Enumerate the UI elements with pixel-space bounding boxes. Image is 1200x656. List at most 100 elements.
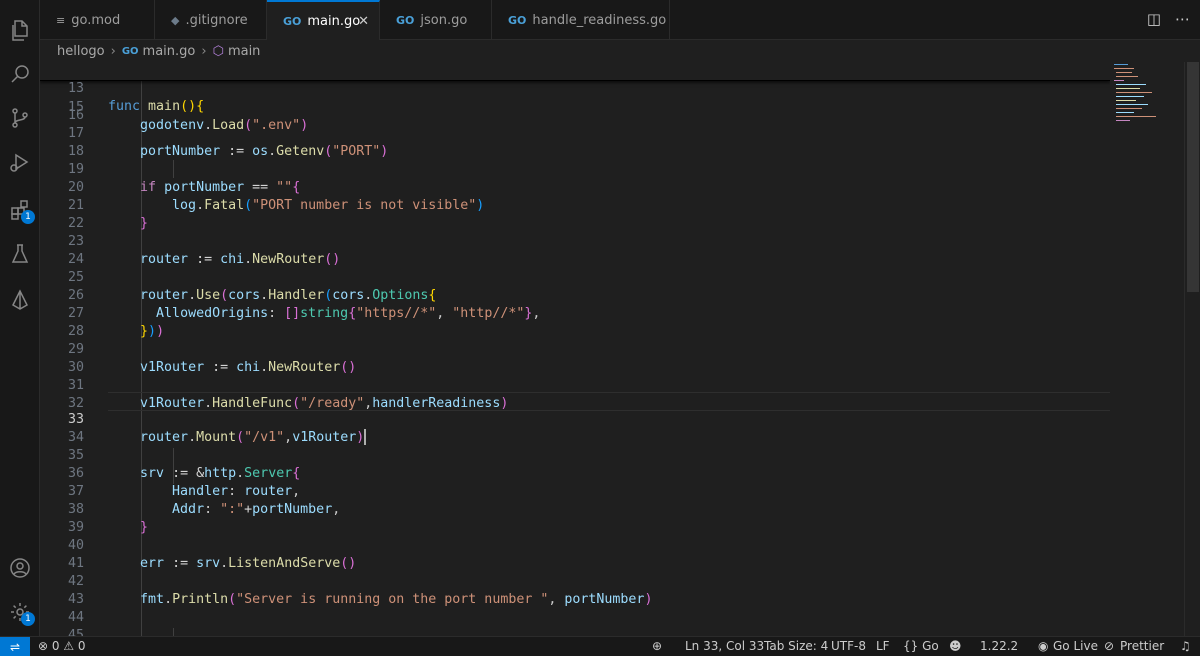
code-line: 41 bbox=[40, 537, 1110, 571]
source-control-icon[interactable] bbox=[0, 98, 40, 138]
problems-indicator[interactable]: ⊗ 0 ⚠ 0 bbox=[38, 639, 86, 653]
zoom-icon[interactable]: ⊕ bbox=[652, 639, 662, 653]
chevron-right-icon: › bbox=[201, 43, 207, 59]
code-editor[interactable]: 15 godotenv.Load(".env") 16 17 portNumbe… bbox=[40, 62, 1110, 636]
activity-bar: 1 1 bbox=[0, 0, 40, 636]
minimap-line bbox=[1116, 84, 1146, 85]
code-line: 22 bbox=[40, 197, 1110, 231]
vertical-scrollbar[interactable] bbox=[1184, 62, 1200, 636]
code-line: 21 } bbox=[40, 179, 1110, 231]
code-line: 46 log.Fatal(err) bbox=[40, 627, 1110, 636]
breadcrumb-folder[interactable]: hellogo bbox=[57, 44, 105, 59]
code-line: 43 bbox=[40, 573, 1110, 607]
code-line-current: 33 router.Mount("/v1",v1Router) bbox=[40, 393, 1110, 445]
code-line: 23 router := chi.NewRouter() bbox=[40, 215, 1110, 267]
go-file-icon: GO bbox=[283, 14, 302, 28]
cursor-position[interactable]: Ln 33, Col 33 bbox=[685, 639, 764, 653]
more-actions-icon[interactable]: ⋯ bbox=[1175, 10, 1190, 28]
split-editor-icon[interactable]: ◫ bbox=[1147, 10, 1161, 28]
broadcast-icon: ◉ bbox=[1038, 639, 1049, 653]
settings-gear-icon[interactable]: 1 bbox=[0, 592, 40, 632]
breadcrumb-file[interactable]: main.go bbox=[143, 44, 196, 59]
run-debug-icon[interactable] bbox=[0, 142, 40, 182]
tab-label: json.go bbox=[420, 12, 468, 28]
explorer-icon[interactable] bbox=[0, 10, 40, 50]
extensions-icon[interactable]: 1 bbox=[0, 190, 40, 230]
minimap-line bbox=[1116, 116, 1156, 117]
remote-indicator-icon[interactable]: ⇌ bbox=[0, 637, 30, 656]
settings-badge: 1 bbox=[21, 612, 35, 626]
minimap-line bbox=[1116, 120, 1130, 121]
minimap-line bbox=[1114, 64, 1128, 65]
notifications-bell-icon[interactable]: ♫ bbox=[1180, 639, 1191, 653]
breadcrumb: hellogo › GO main.go › ⬡ main bbox=[40, 40, 1200, 62]
code-line: 24 bbox=[40, 233, 1110, 267]
tab-label: main.go bbox=[307, 13, 361, 29]
editor-actions: ◫ ⋯ bbox=[1147, 10, 1190, 28]
minimap-line bbox=[1116, 104, 1148, 105]
search-icon[interactable] bbox=[0, 54, 40, 94]
line-number: 13 bbox=[67, 81, 84, 96]
tab-go-mod[interactable]: ≡ go.mod bbox=[40, 0, 155, 40]
code-line: 31 v1Router.HandleFunc("/ready",handlerR… bbox=[40, 359, 1110, 411]
code-line: 37 Addr: ":"+portNumber, bbox=[40, 465, 1110, 517]
code-line: 27 })) bbox=[40, 287, 1110, 339]
list-icon: ≡ bbox=[56, 13, 66, 27]
code-line: 19 if portNumber == ""{ bbox=[40, 143, 1110, 195]
breadcrumb-symbol[interactable]: main bbox=[228, 44, 260, 59]
minimap-line bbox=[1116, 112, 1134, 113]
code-line: 30 bbox=[40, 341, 1110, 375]
code-line: 26 AllowedOrigins: []string{"https//*", … bbox=[40, 269, 1110, 321]
code-line: 38 } bbox=[40, 483, 1110, 535]
scrollbar-thumb[interactable] bbox=[1187, 62, 1199, 292]
tab-label: go.mod bbox=[71, 12, 121, 28]
code-line: 44 bbox=[40, 591, 1110, 625]
account-icon[interactable] bbox=[0, 548, 40, 588]
prettier-check-icon: ⊘ bbox=[1104, 639, 1115, 653]
end-of-line[interactable]: LF bbox=[876, 639, 890, 653]
code-line: 39 bbox=[40, 501, 1110, 535]
file-encoding[interactable]: UTF-8 bbox=[831, 639, 866, 653]
close-icon[interactable]: ✕ bbox=[358, 14, 369, 29]
prisma-icon[interactable] bbox=[0, 280, 40, 320]
go-version[interactable]: 1.22.2 bbox=[980, 639, 1018, 653]
code-line: 40 err := srv.ListenAndServe() bbox=[40, 519, 1110, 571]
go-live-button[interactable]: Go Live bbox=[1053, 639, 1098, 653]
tab-gitignore[interactable]: ◆ .gitignore bbox=[155, 0, 267, 40]
git-icon: ◆ bbox=[171, 13, 180, 27]
code-line: 18 bbox=[40, 125, 1110, 159]
tab-main-go[interactable]: GO main.go ✕ bbox=[267, 0, 380, 40]
tab-label: .gitignore bbox=[185, 12, 248, 28]
go-file-icon: GO bbox=[508, 13, 527, 27]
tab-label: handle_readiness.go bbox=[532, 12, 667, 28]
minimap-line bbox=[1116, 92, 1152, 93]
symbol-method-icon: ⬡ bbox=[212, 43, 224, 59]
extensions-badge: 1 bbox=[21, 210, 35, 224]
code-line: 29 v1Router := chi.NewRouter() bbox=[40, 323, 1110, 375]
go-file-icon: GO bbox=[396, 13, 415, 27]
testing-flask-icon[interactable] bbox=[0, 234, 40, 274]
code-text: func main(){ bbox=[108, 99, 205, 114]
minimap-line bbox=[1116, 108, 1142, 109]
code-line: 13 func main(){ bbox=[40, 62, 1110, 114]
tab-size[interactable]: Tab Size: 4 bbox=[764, 639, 828, 653]
code-line: 28 bbox=[40, 305, 1110, 339]
minimap-line bbox=[1116, 76, 1138, 77]
minimap[interactable] bbox=[1110, 62, 1184, 636]
minimap-line bbox=[1116, 88, 1140, 89]
chevron-right-icon: › bbox=[110, 43, 116, 59]
editor-tab-bar: ≡ go.mod ◆ .gitignore GO main.go ✕ GO js… bbox=[40, 0, 1200, 40]
prettier-status[interactable]: Prettier bbox=[1120, 639, 1164, 653]
copilot-icon[interactable]: ☻ bbox=[949, 639, 962, 653]
language-mode[interactable]: {} Go bbox=[903, 639, 939, 653]
status-bar: ⇌ ⊗ 0 ⚠ 0 ⊕ Ln 33, Col 33 Tab Size: 4 UT… bbox=[0, 636, 1200, 656]
tab-handle-readiness-go[interactable]: GO handle_readiness.go bbox=[492, 0, 670, 40]
minimap-line bbox=[1116, 96, 1144, 97]
minimap-line bbox=[1114, 80, 1124, 81]
tab-json-go[interactable]: GO json.go bbox=[380, 0, 492, 40]
code-line: 45 if err != nil{ bbox=[40, 609, 1110, 636]
minimap-line bbox=[1116, 72, 1132, 73]
minimap-line bbox=[1116, 100, 1136, 101]
code-line: 25 router.Use(cors.Handler(cors.Options{ bbox=[40, 251, 1110, 303]
sticky-scroll-header[interactable]: 13 func main(){ bbox=[40, 62, 1110, 114]
